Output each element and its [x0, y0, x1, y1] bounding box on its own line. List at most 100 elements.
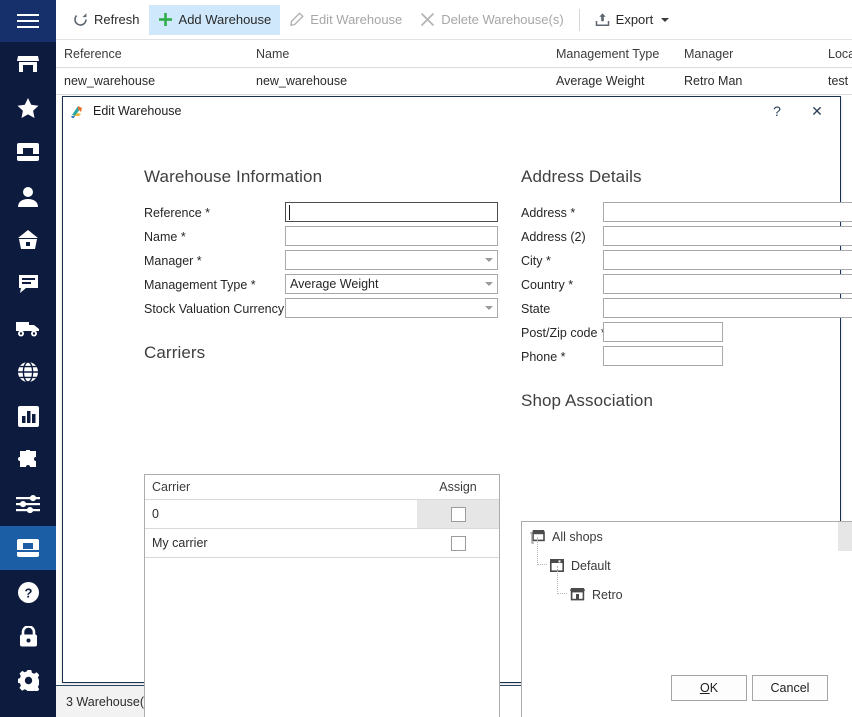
svg-text:?: ?: [24, 585, 32, 600]
delete-warehouses-button[interactable]: Delete Warehouse(s): [411, 5, 572, 35]
management-type-select[interactable]: Average Weight: [285, 274, 498, 294]
list-item[interactable]: My carrier: [145, 529, 499, 558]
sidebar-item-security[interactable]: [0, 614, 56, 658]
carriers-header-carrier[interactable]: Carrier: [145, 475, 417, 499]
inbox-icon: [17, 539, 39, 557]
assign-checkbox[interactable]: [450, 506, 466, 522]
shop-checkbox-cell[interactable]: [838, 551, 852, 580]
edit-warehouse-button[interactable]: Edit Warehouse: [280, 5, 411, 35]
tree-node-default[interactable]: Default: [522, 537, 852, 580]
sidebar-item-localization[interactable]: [0, 350, 56, 394]
postcode-label: Post/Zip code *: [521, 326, 606, 340]
grid-header-management-type[interactable]: Management Type: [556, 40, 666, 67]
grid-header-manager[interactable]: Manager: [684, 40, 774, 67]
reference-field[interactable]: [285, 202, 498, 222]
sidebar-item-shop[interactable]: [0, 42, 56, 86]
address-field[interactable]: [603, 202, 852, 222]
ok-button[interactable]: OK: [671, 675, 747, 701]
tree-node-all-shops[interactable]: All shops: [522, 522, 852, 551]
manager-label: Manager *: [144, 254, 202, 268]
state-select[interactable]: [603, 298, 852, 318]
sliders-icon: [16, 495, 40, 513]
export-icon: [595, 13, 609, 27]
stock-valuation-currency-label: Stock Valuation Currency *: [144, 302, 293, 316]
sidebar-item-messages[interactable]: [0, 262, 56, 306]
sidebar-item-preferences[interactable]: [0, 482, 56, 526]
name-field[interactable]: [285, 226, 498, 246]
carriers-heading: Carriers: [144, 343, 206, 362]
cell-reference: new_warehouse: [64, 74, 156, 88]
tree-node-label: Default: [571, 558, 611, 573]
carrier-assign-cell[interactable]: [417, 529, 499, 557]
shop-checkbox-cell[interactable]: [838, 580, 852, 609]
gear-icon: [17, 669, 39, 691]
sidebar-item-help[interactable]: ?: [0, 570, 56, 614]
phone-field[interactable]: [603, 346, 723, 366]
carrier-assign-cell[interactable]: [417, 500, 499, 528]
chevron-down-icon: [480, 275, 497, 293]
sidebar-item-stock[interactable]: [0, 526, 56, 570]
grid-header-row: Reference Name Management Type Manager L…: [56, 40, 852, 68]
sidebar-item-catalog[interactable]: [0, 130, 56, 174]
assign-checkbox[interactable]: [450, 535, 466, 551]
plus-icon: [158, 13, 172, 26]
grid-header-reference[interactable]: Reference: [64, 40, 264, 67]
ok-rest: K: [709, 681, 719, 695]
city-field[interactable]: [603, 250, 852, 270]
table-row[interactable]: new_warehouse new_warehouse Average Weig…: [56, 68, 852, 95]
app-logo-icon: [71, 106, 82, 118]
refresh-label: Refresh: [94, 12, 140, 27]
address2-field[interactable]: [603, 226, 852, 246]
cell-name: new_warehouse: [256, 74, 348, 88]
close-x-icon: [421, 12, 435, 27]
chat-icon: [18, 275, 38, 293]
person-icon: [18, 186, 38, 207]
close-button[interactable]: ✕: [800, 97, 834, 125]
grid-header-name[interactable]: Name: [256, 40, 536, 67]
delete-warehouses-label: Delete Warehouse(s): [441, 12, 564, 27]
chevron-down-icon: [661, 17, 670, 22]
tree-node-retro[interactable]: Retro: [522, 566, 852, 609]
warehouse-information-heading: Warehouse Information: [144, 167, 323, 186]
chevron-down-icon: [480, 299, 497, 317]
list-item[interactable]: 0: [145, 500, 499, 529]
country-select[interactable]: [603, 274, 852, 294]
refresh-button[interactable]: Refresh: [64, 5, 149, 35]
toolbar: Refresh Add Warehouse Edit Warehouse Del…: [56, 0, 852, 40]
country-label: Country *: [521, 278, 574, 292]
ok-label: OK: [700, 681, 718, 695]
carriers-header-assign[interactable]: Assign: [417, 475, 499, 499]
manager-select[interactable]: [285, 250, 498, 270]
grid-header-location[interactable]: Loca: [828, 40, 852, 67]
tree-node-label: Retro: [592, 587, 623, 602]
carriers-list: Carrier Assign 0 My carrier: [144, 474, 500, 717]
basket-icon: [18, 230, 38, 249]
sidebar-item-shipping[interactable]: [0, 306, 56, 350]
sidebar-item-stats[interactable]: [0, 394, 56, 438]
edit-warehouse-dialog: Edit Warehouse ? ✕ Warehouse Information…: [62, 96, 852, 717]
cell-manager: Retro Man: [684, 74, 743, 88]
question-circle-icon: ?: [17, 581, 39, 603]
postcode-field[interactable]: [603, 322, 723, 342]
dialog-body: Warehouse Information Reference * Name *…: [63, 125, 852, 717]
shop-association-heading: Shop Association: [521, 391, 654, 410]
lock-icon: [19, 625, 37, 646]
tree-connector: [557, 566, 567, 594]
sidebar-item-settings[interactable]: [0, 658, 56, 702]
cancel-button[interactable]: Cancel: [752, 675, 828, 701]
sidebar-item-modules[interactable]: [0, 438, 56, 482]
management-type-label: Management Type *: [144, 278, 256, 292]
dialog-title-bar[interactable]: Edit Warehouse ? ✕: [63, 97, 840, 125]
shop-checkbox-cell[interactable]: [838, 522, 852, 551]
sidebar-item-favorites[interactable]: [0, 86, 56, 130]
add-warehouse-button[interactable]: Add Warehouse: [148, 4, 281, 35]
sidebar-item-orders[interactable]: [0, 218, 56, 262]
sidebar-item-menu-toggle[interactable]: [0, 0, 56, 42]
app-window: ? Refresh Add Warehouse Edit Warehouse D…: [0, 0, 852, 717]
stock-valuation-currency-select[interactable]: [285, 298, 498, 318]
sidebar-item-customers[interactable]: [0, 174, 56, 218]
star-icon: [17, 97, 39, 118]
refresh-icon: [74, 13, 87, 26]
help-button[interactable]: ?: [760, 97, 794, 125]
export-button[interactable]: Export: [586, 5, 679, 35]
